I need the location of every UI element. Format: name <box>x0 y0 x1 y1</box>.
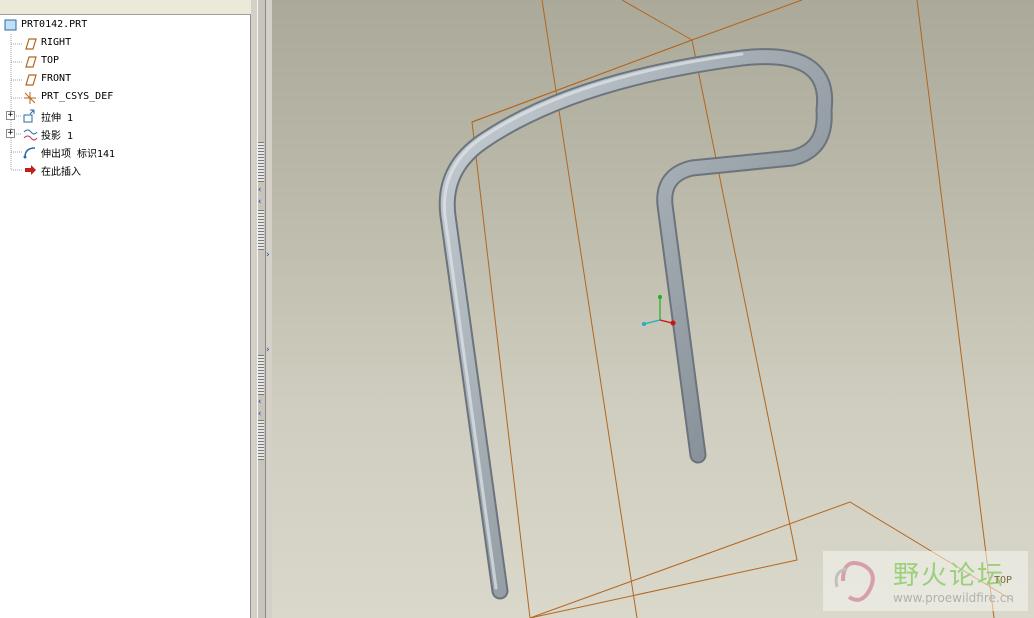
model-tree-panel: PRT0142.PRT RIGHT TOP FRONT PRT_CSYS_DEF <box>0 0 251 618</box>
collapse-left-icon[interactable]: ‹ <box>257 398 262 407</box>
datum-plane-icon <box>22 36 38 52</box>
panel-splitter[interactable]: ‹ ‹ › › ‹ ‹ <box>251 0 272 618</box>
tree-item-protrusion[interactable]: 伸出项 标识141 <box>0 143 251 161</box>
part-icon <box>4 18 20 34</box>
watermark-title: 野火论坛 <box>893 561 1006 591</box>
splitter-grip-lower[interactable] <box>258 355 264 395</box>
datum-plane-edge <box>621 0 693 41</box>
tree-item-label: TOP <box>41 55 60 66</box>
tree-item-csys[interactable]: PRT_CSYS_DEF <box>0 89 251 107</box>
splitter-rail <box>257 0 266 618</box>
tree-item-insert-here[interactable]: 在此插入 <box>0 161 251 179</box>
collapse-left-icon[interactable]: ‹ <box>257 410 262 419</box>
tree-item-projection[interactable]: + 投影 1 <box>0 125 251 143</box>
datum-plane-tag-top: TOP <box>994 575 1013 586</box>
splitter-grip-bottom[interactable] <box>258 420 264 460</box>
watermark-logo-icon <box>834 561 875 602</box>
datum-plane-edge <box>691 0 803 41</box>
splitter-grip-middle[interactable] <box>258 210 264 250</box>
datum-plane-right-edge <box>471 39 693 123</box>
tree-item-front[interactable]: FRONT <box>0 71 251 89</box>
model-tree-header <box>0 0 251 15</box>
splitter-grip-top[interactable] <box>258 142 264 182</box>
tree-root-label: PRT0142.PRT <box>21 19 88 30</box>
expand-right-icon[interactable]: › <box>265 346 270 355</box>
tree-item-right[interactable]: RIGHT <box>0 35 251 53</box>
tree-item-top[interactable]: TOP <box>0 53 251 71</box>
projection-icon <box>22 126 38 142</box>
sweep-protrusion-icon <box>22 144 38 160</box>
collapse-left-icon[interactable]: ‹ <box>257 186 262 195</box>
expand-right-icon[interactable]: › <box>265 251 270 260</box>
datum-plane-icon <box>22 54 38 70</box>
collapse-left-icon[interactable]: ‹ <box>257 198 262 207</box>
tree-item-label: 伸出项 标识141 <box>41 149 116 160</box>
tree-item-label: 在此插入 <box>41 167 81 178</box>
extrude-icon <box>22 108 38 124</box>
insert-here-arrow-icon <box>22 162 38 178</box>
expand-toggle-icon[interactable]: + <box>6 129 15 138</box>
datum-plane-edge <box>916 0 995 618</box>
viewport-canvas <box>438 0 1013 618</box>
tree-item-label: 投影 1 <box>41 131 74 142</box>
tree-item-extrude[interactable]: + 拉伸 1 <box>0 107 251 125</box>
tree-item-label: FRONT <box>41 73 72 84</box>
bent-tube-model <box>438 48 834 600</box>
tube-body <box>438 48 834 600</box>
watermark-url: www.proewildfire.cn <box>893 591 1014 605</box>
graphics-viewport[interactable] <box>272 0 1034 618</box>
datum-planes <box>471 0 1013 618</box>
tree-item-label: RIGHT <box>41 37 72 48</box>
expand-toggle-icon[interactable]: + <box>6 111 15 120</box>
tree-item-label: 拉伸 1 <box>41 113 74 124</box>
datum-plane-icon <box>22 72 38 88</box>
tree-root-item[interactable]: PRT0142.PRT <box>0 17 251 35</box>
tree-item-label: PRT_CSYS_DEF <box>41 91 114 102</box>
coordinate-system-icon <box>22 90 38 106</box>
